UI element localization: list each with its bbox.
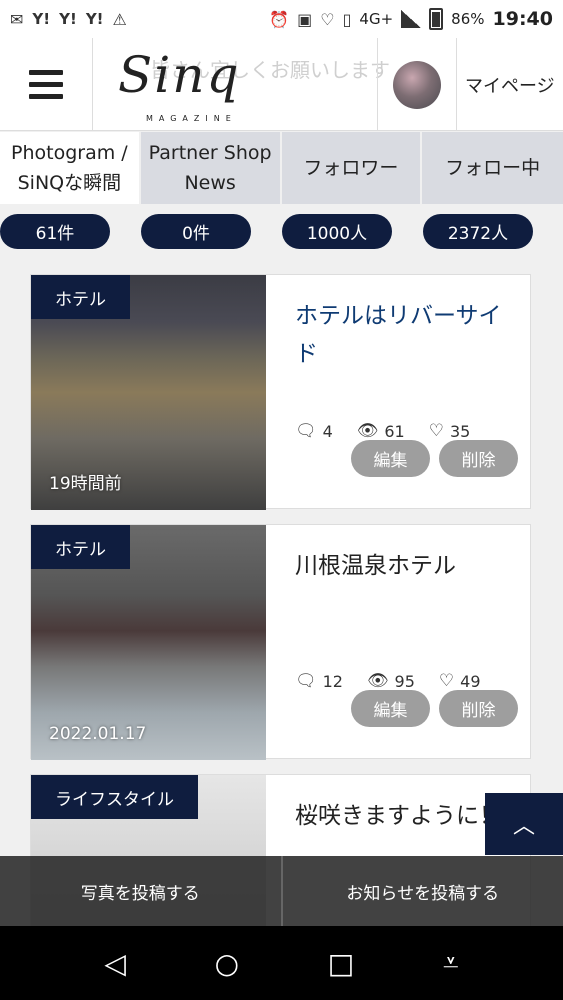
post-thumbnail[interactable]: ホテル 19時間前 [31,275,266,510]
status-bar: ✉ Y! Y! Y! ⚠ ⏰ ▣ ♡ ▯ 4G+ 86% 19:40 [0,0,563,38]
profile-tabs: Photogram / SiNQな瞬間 Partner Shop News フォ… [0,132,563,204]
like-count: 49 [460,671,481,691]
eye-icon: 👁 [366,671,389,691]
category-badge: ホテル [31,275,130,319]
yahoo-icon: Y! [59,10,77,28]
post-card[interactable]: ホテル 19時間前 ホテルはリバーサイド 🗨 4 👁 61 ♡ 35 編集 削除 [30,274,531,510]
post-photo-button[interactable]: 写真を投稿する [0,856,283,926]
tab-partner-shop-news[interactable]: Partner Shop News [141,132,282,204]
post-card[interactable]: ホテル 2022.01.17 川根温泉ホテル 🗨 12 👁 95 ♡ 49 編集… [30,524,531,760]
mail-icon: ✉ [10,9,24,29]
back-icon[interactable]: ◁ [104,947,126,980]
sinq-logo[interactable]: Sinq MAGAZINE [118,44,268,128]
clock: 19:40 [492,8,553,30]
view-count: 61 [384,421,405,441]
post-stats: 🗨 4 👁 61 ♡ 35 [295,421,470,441]
chevron-up-icon: ︿ [512,814,535,839]
post-date: 2022.01.17 [49,724,147,744]
scroll-to-top-button[interactable]: ︿ [485,793,563,855]
voicemail-icon: ▣ [297,9,313,29]
warning-icon: ⚠ [112,9,127,29]
comment-icon: 🗨 [295,421,317,441]
yahoo-icon: Y! [85,10,104,28]
app-screen: ✉ Y! Y! Y! ⚠ ⏰ ▣ ♡ ▯ 4G+ 86% 19:40 皆さん宜し… [0,0,563,1000]
status-right: ⏰ ▣ ♡ ▯ 4G+ 86% 19:40 [269,8,553,30]
recents-icon[interactable]: □ [328,947,354,980]
status-left: ✉ Y! Y! Y! ⚠ [10,10,127,29]
hide-keyboard-icon[interactable]: ⩡ [443,946,459,980]
delete-button[interactable]: 削除 [439,690,518,727]
eye-icon: 👁 [356,421,379,441]
logo-subtitle: MAGAZINE [146,114,237,123]
avatar[interactable] [393,60,441,109]
battery-icon [429,8,444,30]
category-badge: ライフスタイル [31,775,198,819]
bottom-action-bar: 写真を投稿する お知らせを投稿する [0,856,563,926]
post-date: 19時間前 [49,474,122,494]
post-title[interactable]: ホテルはリバーサイド [295,297,515,373]
post-title[interactable]: 川根温泉ホテル [295,547,515,585]
system-nav-bar: ◁ ○ □ ⩡ [0,926,563,1000]
avatar-cell[interactable] [377,38,457,131]
like-count: 35 [449,421,471,441]
tab-photogram[interactable]: Photogram / SiNQな瞬間 [0,132,141,204]
post-stats: 🗨 12 👁 95 ♡ 49 [295,671,481,691]
delete-button[interactable]: 削除 [439,440,518,477]
logo-word: Sinq [118,46,241,104]
count-row: 61件 0件 1000人 2372人 [0,214,563,250]
post-thumbnail[interactable]: ホテル 2022.01.17 [31,525,266,760]
view-count: 95 [394,671,415,691]
yahoo-icon: Y! [32,10,51,28]
edit-button[interactable]: 編集 [351,440,430,477]
comment-count: 4 [322,421,333,441]
battery-percent: 86% [451,10,485,28]
hamburger-menu-icon[interactable] [0,38,93,131]
alarm-icon: ⏰ [269,9,290,29]
category-badge: ホテル [31,525,130,569]
home-icon[interactable]: ○ [215,947,239,980]
heart-status-icon: ♡ [320,9,335,29]
post-title[interactable]: 桜咲きますように！ [295,797,515,835]
app-header: 皆さん宜しくお願いします Sinq MAGAZINE マイページ [0,38,563,131]
comment-count: 12 [322,671,343,691]
mypage-link[interactable]: マイページ [465,72,555,98]
post-news-button[interactable]: お知らせを投稿する [283,856,563,926]
signal-icon [401,10,422,28]
network-type: 4G+ [359,10,394,28]
count-badge-followers: 1000人 [282,214,392,249]
heart-icon: ♡ [428,421,444,441]
comment-icon: 🗨 [295,671,317,691]
count-badge-posts: 61件 [0,214,110,249]
count-badge-following: 2372人 [423,214,533,249]
tab-followers[interactable]: フォロワー [282,132,423,204]
count-badge-news: 0件 [141,214,251,249]
heart-icon: ♡ [438,671,455,691]
tab-following[interactable]: フォロー中 [422,132,563,204]
edit-button[interactable]: 編集 [351,690,430,727]
vibrate-icon: ▯ [342,9,352,29]
